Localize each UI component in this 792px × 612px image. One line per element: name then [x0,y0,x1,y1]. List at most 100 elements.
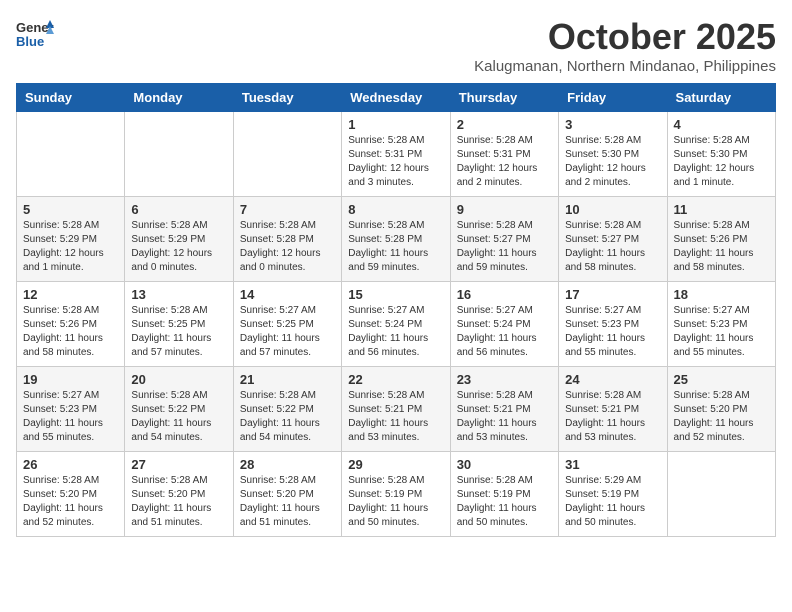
calendar-day-cell: 11 Sunrise: 5:28 AM Sunset: 5:26 PM Dayli… [667,197,775,282]
day-number: 6 [131,202,226,217]
calendar-day-cell: 6Sunrise: 5:28 AM Sunset: 5:29 PM Daylig… [125,197,233,282]
calendar-table: SundayMondayTuesdayWednesdayThursdayFrid… [16,83,776,537]
day-info: Sunrise: 5:28 AM Sunset: 5:26 PM Dayligh… [674,219,769,275]
day-number: 7 [240,202,335,217]
weekday-header: Thursday [450,84,558,112]
title-block: October 2025 Kalugmanan, Northern Mindan… [474,16,776,75]
calendar-day-cell [233,112,341,197]
weekday-header: Friday [559,84,667,112]
weekday-header: Monday [125,84,233,112]
page-header: General Blue October 2025 Kalugmanan, No… [16,16,776,75]
location: Kalugmanan, Northern Mindanao, Philippin… [474,58,776,75]
day-info: Sunrise: 5:28 AM Sunset: 5:27 PM Dayligh… [565,219,660,275]
calendar-day-cell: 5 Sunrise: 5:28 AM Sunset: 5:29 PM Daylig… [17,197,125,282]
calendar-day-cell: 20 Sunrise: 5:28 AM Sunset: 5:22 PM Dayli… [125,367,233,452]
calendar-week-row: 26 Sunrise: 5:28 AM Sunset: 5:20 PM Dayli… [17,452,776,537]
day-number: 29 [348,457,443,472]
calendar-day-cell: 31 Sunrise: 5:29 AM Sunset: 5:19 PM Dayli… [559,452,667,537]
day-number: 17 [565,287,660,302]
day-info: Sunrise: 5:27 AM Sunset: 5:23 PM Dayligh… [565,304,660,360]
day-info: Sunrise: 5:28 AM Sunset: 5:31 PM Dayligh… [348,134,443,190]
day-info: Sunrise: 5:28 AM Sunset: 5:28 PM Dayligh… [240,219,335,275]
day-info: Sunrise: 5:28 AM Sunset: 5:31 PM Dayligh… [457,134,552,190]
day-info: Sunrise: 5:27 AM Sunset: 5:24 PM Dayligh… [457,304,552,360]
day-info: Sunrise: 5:29 AM Sunset: 5:19 PM Dayligh… [565,474,660,530]
day-number: 10 [565,202,660,217]
day-number: 31 [565,457,660,472]
calendar-day-cell: 9Sunrise: 5:28 AM Sunset: 5:27 PM Daylig… [450,197,558,282]
month-title: October 2025 [474,16,776,58]
day-info: Sunrise: 5:28 AM Sunset: 5:22 PM Dayligh… [240,389,335,445]
day-info: Sunrise: 5:28 AM Sunset: 5:28 PM Dayligh… [348,219,443,275]
day-number: 22 [348,372,443,387]
calendar-day-cell: 23Sunrise: 5:28 AM Sunset: 5:21 PM Dayli… [450,367,558,452]
calendar-day-cell: 18 Sunrise: 5:27 AM Sunset: 5:23 PM Dayli… [667,282,775,367]
day-info: Sunrise: 5:28 AM Sunset: 5:19 PM Dayligh… [457,474,552,530]
day-number: 1 [348,117,443,132]
day-info: Sunrise: 5:28 AM Sunset: 5:26 PM Dayligh… [23,304,118,360]
day-number: 11 [674,202,769,217]
day-info: Sunrise: 5:28 AM Sunset: 5:20 PM Dayligh… [240,474,335,530]
day-info: Sunrise: 5:28 AM Sunset: 5:22 PM Dayligh… [131,389,226,445]
day-number: 8 [348,202,443,217]
day-number: 14 [240,287,335,302]
day-number: 5 [23,202,118,217]
weekday-header: Tuesday [233,84,341,112]
calendar-week-row: 12 Sunrise: 5:28 AM Sunset: 5:26 PM Dayli… [17,282,776,367]
calendar-day-cell: 3Sunrise: 5:28 AM Sunset: 5:30 PM Daylig… [559,112,667,197]
calendar-day-cell: 14 Sunrise: 5:27 AM Sunset: 5:25 PM Dayli… [233,282,341,367]
day-number: 28 [240,457,335,472]
logo-icon: General Blue [16,16,54,54]
calendar-week-row: 1 Sunrise: 5:28 AM Sunset: 5:31 PM Daylig… [17,112,776,197]
day-info: Sunrise: 5:28 AM Sunset: 5:30 PM Dayligh… [674,134,769,190]
day-number: 23 [457,372,552,387]
day-info: Sunrise: 5:28 AM Sunset: 5:20 PM Dayligh… [674,389,769,445]
day-number: 26 [23,457,118,472]
calendar-day-cell: 8 Sunrise: 5:28 AM Sunset: 5:28 PM Daylig… [342,197,450,282]
calendar-week-row: 19 Sunrise: 5:27 AM Sunset: 5:23 PM Dayli… [17,367,776,452]
day-number: 9 [457,202,552,217]
calendar-header-row: SundayMondayTuesdayWednesdayThursdayFrid… [17,84,776,112]
day-info: Sunrise: 5:27 AM Sunset: 5:25 PM Dayligh… [240,304,335,360]
calendar-day-cell: 28 Sunrise: 5:28 AM Sunset: 5:20 PM Dayli… [233,452,341,537]
day-number: 20 [131,372,226,387]
calendar-day-cell: 16 Sunrise: 5:27 AM Sunset: 5:24 PM Dayli… [450,282,558,367]
weekday-header: Wednesday [342,84,450,112]
calendar-day-cell: 25 Sunrise: 5:28 AM Sunset: 5:20 PM Dayli… [667,367,775,452]
calendar-day-cell: 21 Sunrise: 5:28 AM Sunset: 5:22 PM Dayli… [233,367,341,452]
day-info: Sunrise: 5:27 AM Sunset: 5:23 PM Dayligh… [23,389,118,445]
calendar-day-cell: 27Sunrise: 5:28 AM Sunset: 5:20 PM Dayli… [125,452,233,537]
logo: General Blue [16,16,54,59]
calendar-day-cell [667,452,775,537]
calendar-day-cell: 17 Sunrise: 5:27 AM Sunset: 5:23 PM Dayli… [559,282,667,367]
svg-text:Blue: Blue [16,34,44,49]
day-number: 2 [457,117,552,132]
calendar-day-cell: 2 Sunrise: 5:28 AM Sunset: 5:31 PM Daylig… [450,112,558,197]
day-number: 25 [674,372,769,387]
calendar-day-cell: 26Sunrise: 5:28 AM Sunset: 5:20 PM Dayli… [17,452,125,537]
calendar-day-cell: 10 Sunrise: 5:28 AM Sunset: 5:27 PM Dayli… [559,197,667,282]
day-number: 13 [131,287,226,302]
calendar-day-cell [125,112,233,197]
day-number: 24 [565,372,660,387]
day-info: Sunrise: 5:28 AM Sunset: 5:20 PM Dayligh… [131,474,226,530]
day-number: 19 [23,372,118,387]
day-number: 12 [23,287,118,302]
day-info: Sunrise: 5:28 AM Sunset: 5:29 PM Dayligh… [23,219,118,275]
calendar-week-row: 5 Sunrise: 5:28 AM Sunset: 5:29 PM Daylig… [17,197,776,282]
calendar-day-cell: 15Sunrise: 5:27 AM Sunset: 5:24 PM Dayli… [342,282,450,367]
day-number: 4 [674,117,769,132]
day-info: Sunrise: 5:27 AM Sunset: 5:24 PM Dayligh… [348,304,443,360]
calendar-day-cell: 29Sunrise: 5:28 AM Sunset: 5:19 PM Dayli… [342,452,450,537]
calendar-day-cell: 1 Sunrise: 5:28 AM Sunset: 5:31 PM Daylig… [342,112,450,197]
day-number: 16 [457,287,552,302]
day-number: 30 [457,457,552,472]
day-info: Sunrise: 5:28 AM Sunset: 5:21 PM Dayligh… [565,389,660,445]
day-number: 21 [240,372,335,387]
day-number: 3 [565,117,660,132]
calendar-day-cell: 30 Sunrise: 5:28 AM Sunset: 5:19 PM Dayli… [450,452,558,537]
calendar-day-cell: 4 Sunrise: 5:28 AM Sunset: 5:30 PM Daylig… [667,112,775,197]
day-number: 18 [674,287,769,302]
calendar-day-cell [17,112,125,197]
day-info: Sunrise: 5:27 AM Sunset: 5:23 PM Dayligh… [674,304,769,360]
